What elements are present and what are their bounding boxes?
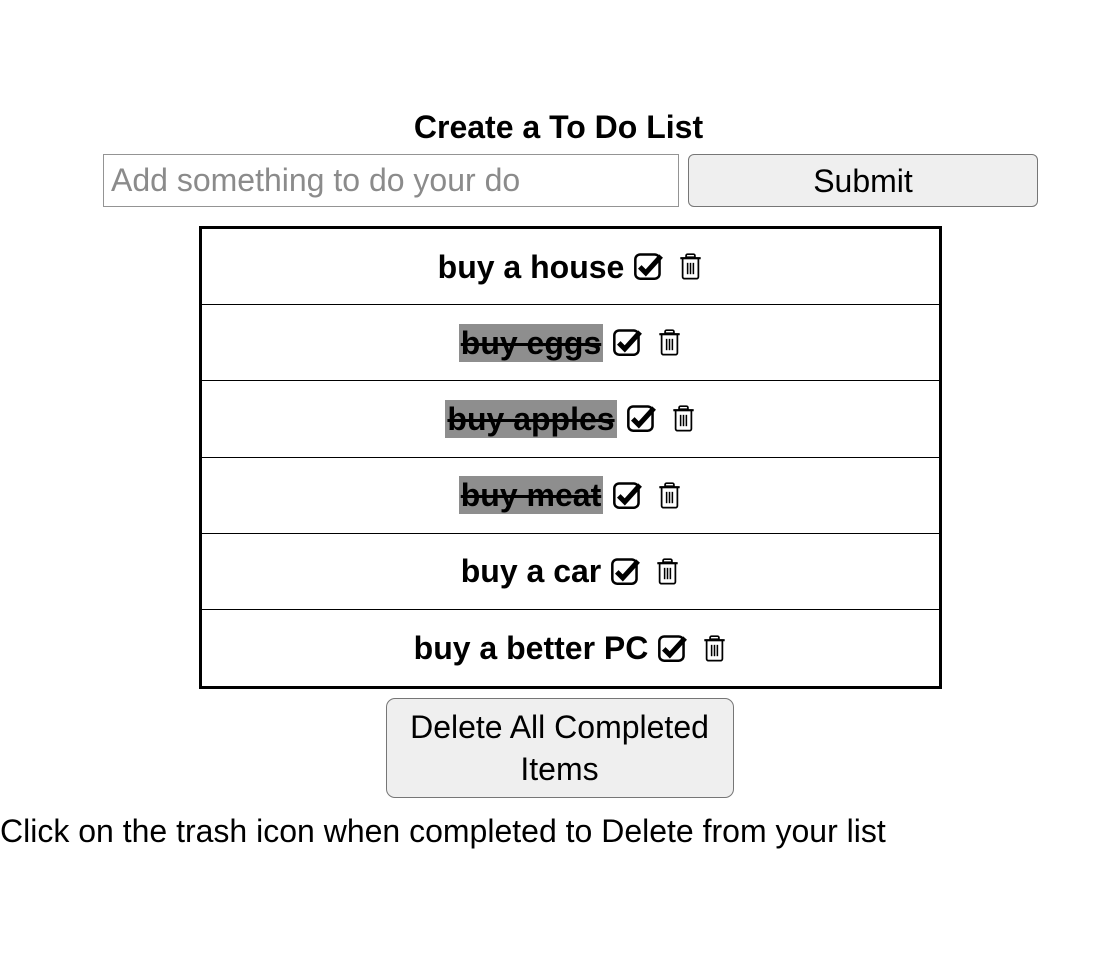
- trash-icon[interactable]: [657, 327, 682, 358]
- todo-item-label: buy meat: [458, 476, 604, 515]
- todo-item: buy a car: [202, 533, 939, 610]
- checkbox-checked-icon[interactable]: [657, 633, 688, 664]
- todo-item-label: buy eggs: [458, 323, 604, 362]
- checkbox-checked-icon[interactable]: [626, 403, 657, 434]
- checkbox-checked-icon[interactable]: [633, 251, 664, 282]
- todo-item: buy a house: [202, 229, 939, 306]
- checkbox-checked-icon[interactable]: [612, 327, 643, 358]
- todo-app: Create a To Do List Submit buy a housebu…: [0, 0, 1117, 856]
- todo-item-label: buy a better PC: [413, 630, 649, 667]
- todo-item-label: buy apples: [445, 399, 617, 438]
- todo-item: buy a better PC: [202, 609, 939, 687]
- todo-item-label: buy a car: [460, 553, 602, 590]
- todo-item: buy eggs: [202, 305, 939, 382]
- trash-icon[interactable]: [655, 556, 680, 587]
- todo-list: buy a house buy eggs buy apples buy meat buy…: [199, 226, 942, 690]
- page-title: Create a To Do List: [413, 109, 704, 145]
- checkbox-checked-icon[interactable]: [612, 480, 643, 511]
- submit-button[interactable]: Submit: [688, 154, 1038, 207]
- todo-item: buy apples: [202, 381, 939, 458]
- add-todo-input[interactable]: [103, 154, 679, 207]
- footer-hint-text: Click on the trash icon when completed t…: [0, 813, 886, 850]
- add-todo-form: Submit: [0, 154, 1117, 207]
- delete-all-container: Delete All Completed Items: [0, 698, 1117, 799]
- trash-icon[interactable]: [657, 480, 682, 511]
- trash-icon[interactable]: [678, 251, 703, 282]
- todo-item: buy meat: [202, 457, 939, 534]
- trash-icon[interactable]: [671, 403, 696, 434]
- trash-icon[interactable]: [702, 633, 727, 664]
- todo-item-label: buy a house: [437, 248, 625, 285]
- checkbox-checked-icon[interactable]: [610, 556, 641, 587]
- delete-all-completed-button[interactable]: Delete All Completed Items: [385, 698, 734, 799]
